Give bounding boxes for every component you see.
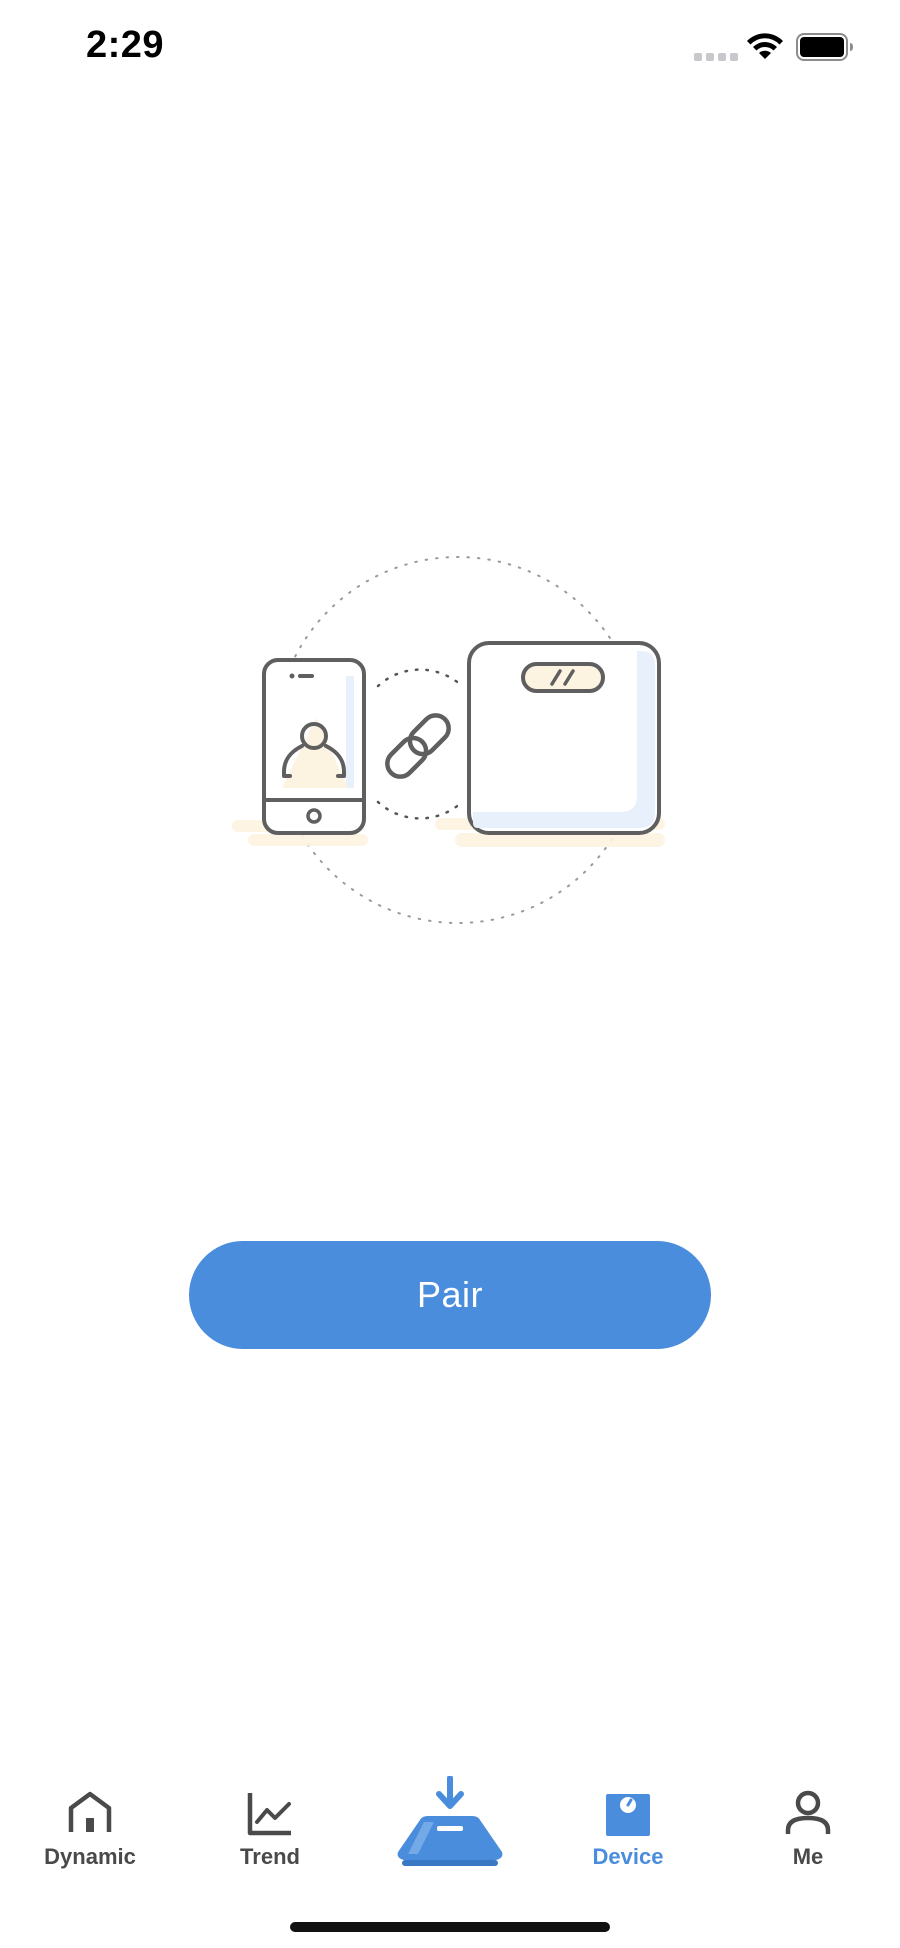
pair-button[interactable]: Pair	[189, 1241, 711, 1349]
tab-me[interactable]: Me	[738, 1760, 878, 1880]
wifi-icon	[747, 33, 783, 59]
tab-trend[interactable]: Trend	[200, 1760, 340, 1880]
scale-download-icon[interactable]	[390, 1776, 510, 1870]
scale-icon	[467, 641, 661, 835]
pairing-illustration	[232, 556, 665, 924]
battery-icon	[796, 33, 853, 61]
tab-dynamic[interactable]: Dynamic	[20, 1760, 160, 1880]
tab-device-label: Device	[592, 1844, 664, 1869]
person-icon	[785, 1790, 831, 1834]
link-icon	[385, 713, 451, 779]
device-scale-icon	[606, 1794, 650, 1836]
tab-dynamic-label: Dynamic	[44, 1844, 136, 1869]
status-time: 2:29	[86, 24, 165, 66]
home-icon	[68, 1791, 112, 1832]
tab-device[interactable]: Device	[558, 1760, 698, 1880]
trend-chart-icon	[247, 1793, 291, 1836]
tab-trend-label: Trend	[240, 1844, 300, 1869]
tab-me-label: Me	[792, 1844, 824, 1869]
status-bar: 2:29	[0, 0, 900, 100]
home-indicator	[290, 1922, 610, 1932]
signal-icon	[694, 53, 738, 61]
